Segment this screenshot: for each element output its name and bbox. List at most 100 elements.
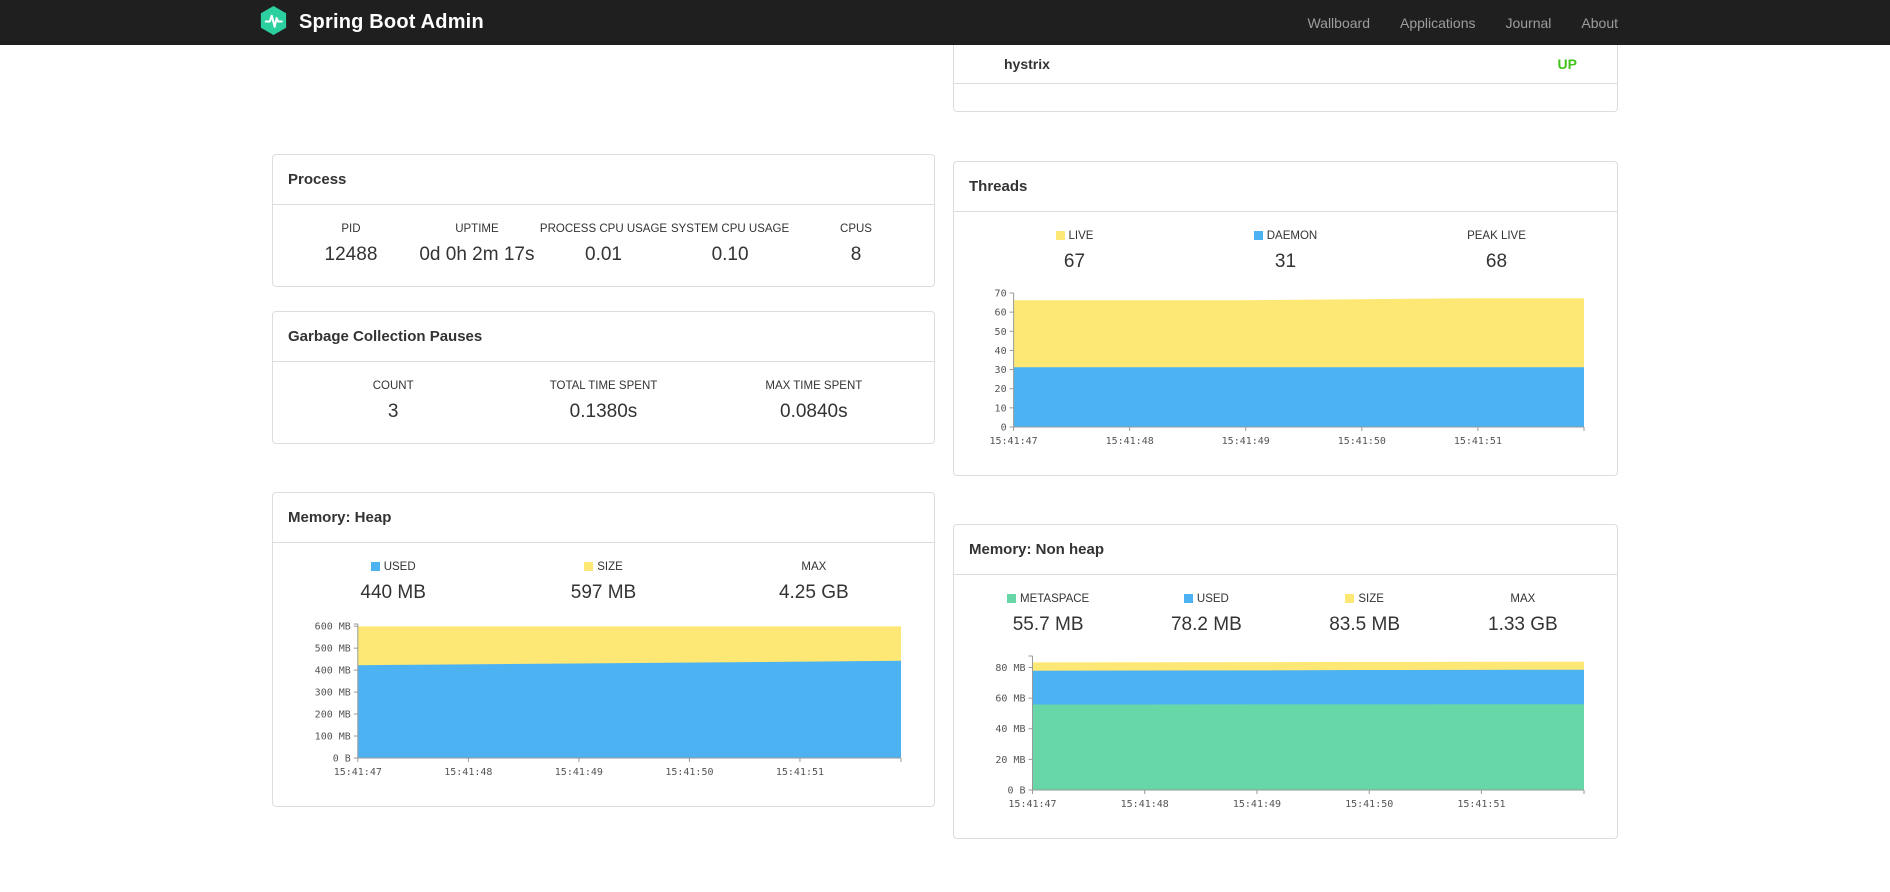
legend-value: 597 MB (570, 582, 637, 603)
legend-nonheap-used: USED 78.2 MB (1127, 593, 1285, 636)
legend-value: 31 (1274, 251, 1297, 272)
metric-value: 0.1380s (569, 401, 638, 422)
svg-text:15:41:49: 15:41:49 (1222, 436, 1270, 447)
svg-text:15:41:47: 15:41:47 (990, 436, 1038, 447)
svg-text:60 MB: 60 MB (995, 694, 1025, 705)
metric-label: CPUS (840, 223, 872, 235)
gc-panel-title: Garbage Collection Pauses (273, 312, 934, 362)
metric-value: 12488 (324, 244, 378, 265)
legend-nonheap-size: SIZE 83.5 MB (1286, 593, 1444, 636)
svg-text:500 MB: 500 MB (315, 644, 351, 655)
metric-value: 0.0840s (780, 401, 848, 422)
svg-text:15:41:51: 15:41:51 (1454, 436, 1502, 447)
svg-text:400 MB: 400 MB (315, 666, 351, 677)
svg-text:40: 40 (995, 346, 1007, 357)
metric-value: 0.01 (585, 244, 622, 265)
metric-value: 0d 0h 2m 17s (419, 244, 535, 265)
legend-threads-daemon: DAEMON 31 (1180, 230, 1391, 273)
svg-text:0 B: 0 B (333, 754, 351, 765)
svg-text:15:41:51: 15:41:51 (1457, 799, 1505, 810)
brand[interactable]: Spring Boot Admin (258, 5, 484, 41)
process-panel-title: Process (273, 155, 934, 205)
memory-heap-panel-title: Memory: Heap (273, 493, 934, 543)
legend-value: 78.2 MB (1170, 614, 1242, 635)
metric-label: UPTIME (455, 223, 499, 235)
nav-link-journal[interactable]: Journal (1490, 0, 1566, 45)
application-card-padding (954, 84, 1617, 111)
threads-chart: 0 10 20 30 40 50 60 70 15:41:47 15:41:48 15:41:49 1… (969, 283, 1602, 455)
legend-value: 67 (1063, 251, 1086, 272)
legend-threads-peak-live: PEAK LIVE 68 (1391, 230, 1602, 273)
svg-text:100 MB: 100 MB (315, 732, 351, 743)
metric-value: 0.10 (711, 244, 749, 265)
daemon-legend-swatch (1253, 231, 1263, 240)
metric-label: COUNT (372, 380, 414, 392)
memory-heap-chart: 0 B 100 MB 200 MB 300 MB 400 MB 500 MB 600 MB 1… (288, 614, 919, 786)
nav-link-about[interactable]: About (1566, 0, 1618, 45)
svg-text:15:41:47: 15:41:47 (1008, 799, 1056, 810)
metric-cpus: CPUS 8 (793, 223, 919, 266)
memory-nonheap-area-chart: 0 B 20 MB 40 MB 60 MB 80 MB 15:41:47 15:41:48 1… (995, 655, 1585, 810)
svg-text:15:41:50: 15:41:50 (1345, 799, 1393, 810)
svg-text:15:41:51: 15:41:51 (776, 767, 824, 778)
metric-value: 8 (850, 244, 862, 265)
legend-label: SIZE (498, 561, 708, 573)
svg-text:600 MB: 600 MB (315, 622, 351, 633)
brand-title: Spring Boot Admin (299, 11, 484, 33)
legend-heap-max: MAX 4.25 GB (709, 561, 919, 604)
legend-heap-used: USED 440 MB (288, 561, 498, 604)
top-navbar: Spring Boot Admin Wallboard Applications… (0, 0, 1890, 45)
metric-gc-max-time: MAX TIME SPENT 0.0840s (709, 380, 919, 423)
svg-text:20: 20 (995, 384, 1007, 395)
navbar-links: Wallboard Applications Journal About (1292, 0, 1618, 45)
legend-label: USED (288, 561, 498, 573)
legend-value: 83.5 MB (1329, 614, 1400, 635)
svg-text:15:41:50: 15:41:50 (665, 767, 713, 778)
svg-text:15:41:50: 15:41:50 (1338, 436, 1386, 447)
metric-value: 3 (387, 401, 399, 422)
live-legend-swatch (1055, 231, 1065, 240)
garbage-collection-panel: Garbage Collection Pauses COUNT 3 TOTAL … (272, 311, 935, 444)
legend-nonheap-max: MAX 1.33 GB (1444, 593, 1602, 636)
svg-text:15:41:48: 15:41:48 (444, 767, 492, 778)
metric-gc-total-time: TOTAL TIME SPENT 0.1380s (498, 380, 708, 423)
memory-heap-area-chart: 0 B 100 MB 200 MB 300 MB 400 MB 500 MB 600 MB 1… (315, 622, 902, 778)
nav-link-wallboard[interactable]: Wallboard (1292, 0, 1385, 45)
svg-text:10: 10 (995, 403, 1007, 414)
metric-pid: PID 12488 (288, 223, 414, 266)
application-name: hystrix (1004, 56, 1050, 72)
application-card: hystrix UP (953, 45, 1618, 112)
svg-text:15:41:47: 15:41:47 (334, 767, 382, 778)
used-legend-swatch (1183, 594, 1193, 603)
svg-text:60: 60 (995, 308, 1007, 319)
legend-value: 55.7 MB (1012, 614, 1084, 635)
memory-heap-panel: Memory: Heap USED 440 MB SIZE 597 MB MAX… (272, 492, 935, 807)
legend-value: 68 (1485, 251, 1508, 272)
svg-text:15:41:49: 15:41:49 (555, 767, 603, 778)
svg-text:200 MB: 200 MB (315, 710, 351, 721)
legend-label: PEAK LIVE (1467, 230, 1526, 242)
size-legend-swatch (584, 562, 594, 571)
metric-process-cpu-usage: PROCESS CPU USAGE 0.01 (540, 223, 667, 266)
memory-nonheap-panel-title: Memory: Non heap (954, 525, 1617, 575)
metric-uptime: UPTIME 0d 0h 2m 17s (414, 223, 540, 266)
legend-label: SIZE (1286, 593, 1444, 605)
threads-area-chart: 0 10 20 30 40 50 60 70 15:41:47 15:41:48 15:41:49 1… (990, 289, 1585, 447)
svg-text:0: 0 (1001, 423, 1007, 434)
legend-nonheap-metaspace: METASPACE 55.7 MB (969, 593, 1127, 636)
svg-text:15:41:48: 15:41:48 (1106, 436, 1154, 447)
memory-nonheap-panel: Memory: Non heap METASPACE 55.7 MB USED (953, 524, 1618, 839)
left-column: Process PID 12488 UPTIME 0d 0h 2m 17s PR… (272, 45, 935, 807)
svg-text:15:41:49: 15:41:49 (1233, 799, 1281, 810)
threads-panel-title: Threads (954, 162, 1617, 212)
svg-text:50: 50 (995, 327, 1007, 338)
metric-gc-count: COUNT 3 (288, 380, 498, 423)
svg-text:0 B: 0 B (1007, 786, 1025, 797)
nav-link-applications[interactable]: Applications (1385, 0, 1491, 45)
application-row[interactable]: hystrix UP (954, 45, 1617, 84)
legend-threads-live: LIVE 67 (969, 230, 1180, 273)
svg-text:20 MB: 20 MB (995, 755, 1025, 766)
memory-nonheap-chart: 0 B 20 MB 40 MB 60 MB 80 MB 15:41:47 15:41:48 1… (969, 646, 1602, 818)
process-panel: Process PID 12488 UPTIME 0d 0h 2m 17s PR… (272, 154, 935, 287)
status-badge: UP (1557, 56, 1577, 72)
